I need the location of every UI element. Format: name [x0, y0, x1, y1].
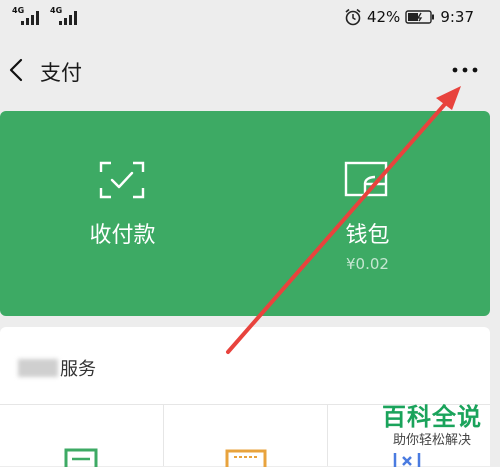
- watermark-subtitle: 助你轻松解决: [392, 433, 471, 448]
- wallet-balance: ¥0.02: [346, 255, 389, 273]
- scan-check-icon: [99, 161, 145, 199]
- more-options-icon[interactable]: [448, 58, 482, 82]
- service-icon[interactable]: [62, 447, 102, 467]
- watermark-title: 百科全说: [382, 403, 482, 431]
- page-title: 支付: [40, 61, 82, 85]
- battery-percent: 42%: [366, 8, 401, 26]
- services-section-title: 服务: [18, 355, 96, 381]
- top-nav-bar: 支付: [0, 36, 500, 106]
- clock-time: 9:37: [440, 8, 474, 26]
- divider: [163, 404, 164, 466]
- watermark-logo: 百科全说 助你轻松解决: [371, 403, 493, 451]
- status-bar: 4G 4G 42% 9:37: [0, 0, 500, 36]
- services-title-text: 服务: [60, 359, 96, 380]
- receive-pay-label: 收付款: [89, 223, 156, 248]
- payment-card: 收付款 钱包 ¥0.02: [0, 111, 490, 316]
- divider: [327, 404, 328, 466]
- battery-icon: [405, 10, 435, 24]
- service-icon[interactable]: [224, 447, 268, 467]
- receive-pay-button[interactable]: 收付款: [0, 111, 245, 316]
- back-arrow-icon[interactable]: [6, 56, 28, 84]
- wallet-label: 钱包: [345, 223, 390, 248]
- blurred-text: [18, 359, 58, 377]
- alarm-icon: [345, 8, 361, 26]
- wallet-icon: [344, 161, 388, 197]
- wallet-button[interactable]: 钱包 ¥0.02: [245, 111, 490, 316]
